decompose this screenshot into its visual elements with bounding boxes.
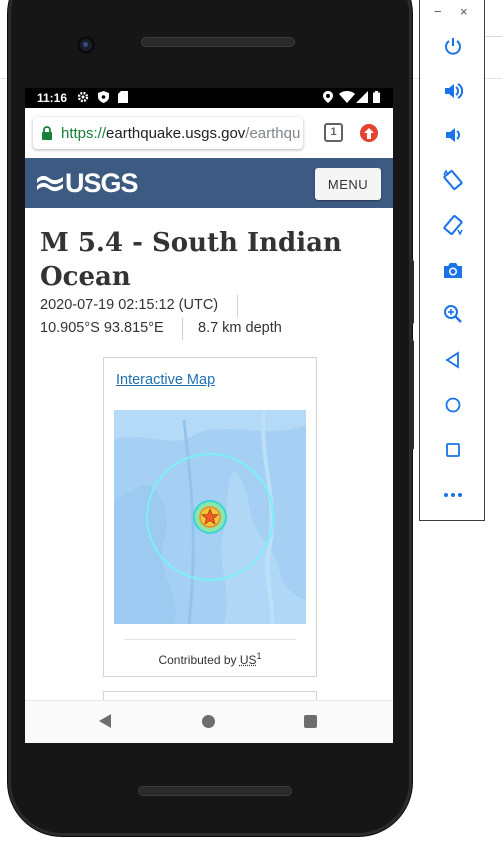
settings-gear-icon xyxy=(77,91,89,103)
menu-button[interactable]: MENU xyxy=(315,168,381,200)
zoom-icon[interactable] xyxy=(440,301,466,327)
ocean-map-graphic xyxy=(114,410,306,624)
event-depth: 8.7 km depth xyxy=(198,320,282,336)
shield-icon xyxy=(97,91,109,103)
event-datetime: 2020-07-19 02:15:12 (UTC) xyxy=(40,297,219,313)
arrow-up-icon xyxy=(364,127,374,139)
caption-footnote: 1 xyxy=(256,651,262,661)
url-field[interactable]: https://earthquake.usgs.gov/earthqu xyxy=(33,117,303,149)
top-speaker xyxy=(141,37,295,47)
usgs-wave-icon xyxy=(37,175,63,191)
overview-icon[interactable] xyxy=(440,437,466,463)
site-header: USGS MENU xyxy=(25,158,393,208)
meta-separator xyxy=(237,295,238,317)
meta-separator xyxy=(182,318,183,340)
minimize-button[interactable]: − xyxy=(434,4,442,19)
nav-recents-button[interactable] xyxy=(304,715,317,728)
emulator-toolbar: − × xyxy=(419,0,485,521)
wifi-icon xyxy=(339,91,355,103)
status-bar: 11:16 xyxy=(25,88,393,108)
map-caption: Contributed by US1 xyxy=(104,651,316,667)
location-icon xyxy=(322,91,334,103)
page-title: M 5.4 - South Indian Ocean xyxy=(40,228,342,292)
caption-source-link[interactable]: US xyxy=(240,653,257,667)
browser-toolbar: https://earthquake.usgs.gov/earthqu 1 xyxy=(25,108,393,158)
rotate-right-icon[interactable] xyxy=(440,212,466,238)
rotate-left-icon[interactable] xyxy=(440,167,466,193)
cell-signal-icon xyxy=(356,91,368,103)
battery-icon xyxy=(372,91,380,103)
camera-icon[interactable] xyxy=(440,257,466,283)
url-scheme: https:// xyxy=(61,124,107,142)
volume-up-icon[interactable] xyxy=(440,78,466,104)
power-icon[interactable] xyxy=(440,33,466,59)
usgs-logo-text: USGS xyxy=(65,168,139,198)
bottom-speaker xyxy=(138,786,292,796)
map-thumbnail[interactable] xyxy=(114,410,306,624)
desktop-divider-right xyxy=(486,36,502,37)
close-button[interactable]: × xyxy=(460,4,468,19)
lock-icon xyxy=(41,126,53,140)
volume-down-icon[interactable] xyxy=(440,122,466,148)
status-time: 11:16 xyxy=(37,91,68,105)
nav-home-button[interactable] xyxy=(202,715,215,728)
update-button[interactable] xyxy=(360,124,378,142)
interactive-map-link[interactable]: Interactive Map xyxy=(116,372,215,388)
url-path: /earthqu xyxy=(245,124,301,142)
android-nav-bar xyxy=(25,700,393,743)
more-icon[interactable] xyxy=(440,482,466,508)
home-icon[interactable] xyxy=(440,392,466,418)
caption-prefix: Contributed by xyxy=(158,653,240,667)
map-card: Interactive Map Contributed by US1 xyxy=(103,357,317,677)
phone-screen: 11:16 https://earthquake.usgs.gov/earthq… xyxy=(25,88,393,743)
nav-back-button[interactable] xyxy=(99,714,111,728)
usgs-logo[interactable]: USGS xyxy=(37,168,139,199)
url-host: earthquake.usgs.gov xyxy=(106,124,246,142)
power-side-button[interactable] xyxy=(409,260,414,324)
back-icon[interactable] xyxy=(440,347,466,373)
tab-switcher-button[interactable]: 1 xyxy=(324,123,343,142)
sd-card-icon xyxy=(117,91,129,103)
event-coordinates: 10.905°S 93.815°E xyxy=(40,320,164,336)
caption-divider xyxy=(124,639,296,640)
volume-side-button[interactable] xyxy=(409,340,414,450)
front-camera xyxy=(77,36,95,54)
